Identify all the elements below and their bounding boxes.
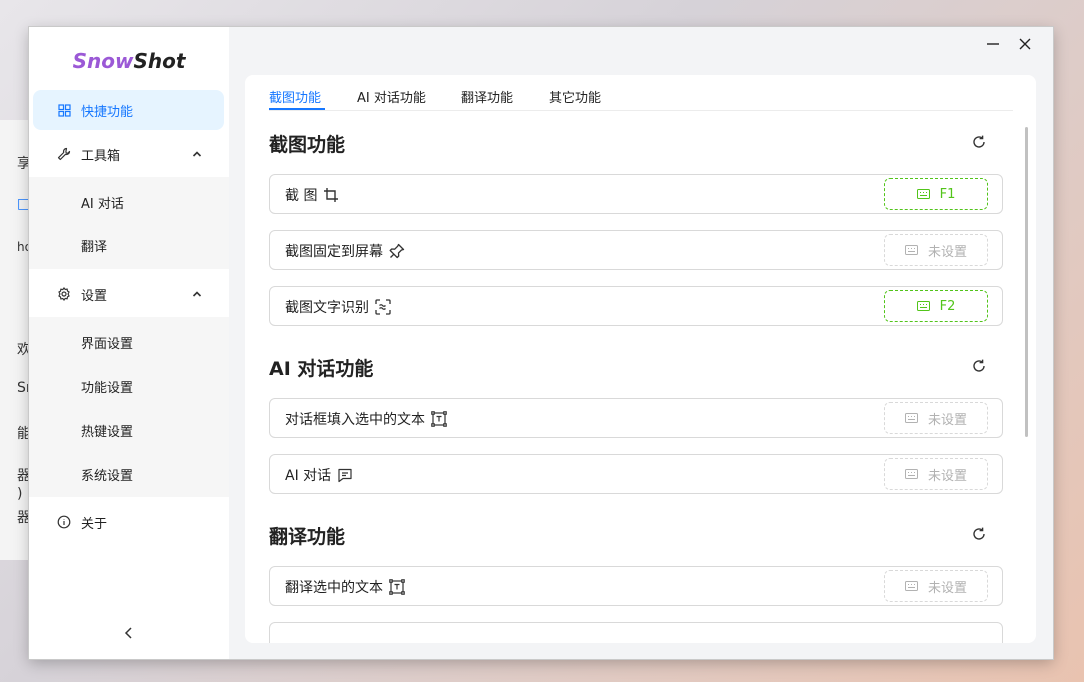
reset-icon[interactable] xyxy=(971,358,987,374)
sidebar-item-hotkey-settings[interactable]: 热键设置 xyxy=(81,421,133,440)
shortcut-row: 翻译选中的文本 未设置 xyxy=(269,566,1003,606)
keyboard-icon xyxy=(904,581,918,591)
hotkey-value: 未设置 xyxy=(927,244,967,260)
keyboard-icon xyxy=(904,245,918,255)
hotkey-input[interactable]: 未设置 xyxy=(884,402,988,434)
shortcut-label: 截 图 xyxy=(285,188,318,204)
wrench-icon xyxy=(57,147,71,161)
chevron-up-icon xyxy=(192,148,202,163)
sidebar-item-function-settings[interactable]: 功能设置 xyxy=(81,377,133,396)
shortcut-row: 截 图 F1 xyxy=(269,174,1003,214)
shortcuts-panel: 截图功能 AI 对话功能 翻译功能 其它功能 截图功能 截 图 F1 截图固定到… xyxy=(245,75,1036,643)
sidebar-item-label: 关于 xyxy=(81,516,108,532)
snowshot-window: SnowShot 快捷功能 工具箱 AI 对话 翻译 设置 界面设置 功能设置 … xyxy=(29,27,1053,659)
shortcut-label: AI 对话 xyxy=(285,468,332,484)
sidebar-item-system-settings[interactable]: 系统设置 xyxy=(81,465,133,484)
keyboard-icon xyxy=(904,413,918,423)
chevron-left-icon[interactable] xyxy=(121,625,137,641)
hotkey-input[interactable]: F1 xyxy=(884,178,988,210)
app-logo: SnowShot xyxy=(72,49,186,73)
text-select-icon xyxy=(389,579,405,595)
shortcut-label: 截图固定到屏幕 xyxy=(285,244,383,260)
shortcut-label: 截图文字识别 xyxy=(285,300,369,316)
hotkey-input[interactable]: F2 xyxy=(884,290,988,322)
main-content: 截图功能 AI 对话功能 翻译功能 其它功能 截图功能 截 图 F1 截图固定到… xyxy=(229,27,1053,659)
sidebar-item-settings[interactable]: 设置 xyxy=(33,274,224,314)
crop-icon xyxy=(323,187,339,203)
shortcut-label: 对话框填入选中的文本 xyxy=(285,412,425,428)
shortcut-row xyxy=(269,622,1003,643)
sidebar-item-ui-settings[interactable]: 界面设置 xyxy=(81,333,133,352)
gear-icon xyxy=(57,287,71,301)
reset-icon[interactable] xyxy=(971,526,987,542)
chevron-up-icon xyxy=(192,288,202,303)
sidebar-item-translate[interactable]: 翻译 xyxy=(81,236,107,255)
close-icon[interactable] xyxy=(1015,35,1035,53)
tab-other[interactable]: 其它功能 xyxy=(549,87,601,106)
active-tab-indicator xyxy=(269,108,325,110)
hotkey-input[interactable]: 未设置 xyxy=(884,234,988,266)
hotkey-value: 未设置 xyxy=(927,468,967,484)
chat-icon xyxy=(337,467,353,483)
scrollbar[interactable] xyxy=(1025,127,1028,437)
hotkey-value: F1 xyxy=(939,186,956,202)
hotkey-input[interactable]: 未设置 xyxy=(884,570,988,602)
shortcut-row: 对话框填入选中的文本 未设置 xyxy=(269,398,1003,438)
sidebar-item-shortcuts[interactable]: 快捷功能 xyxy=(33,90,224,130)
text-select-icon xyxy=(431,411,447,427)
section-title: 截图功能 xyxy=(269,134,346,156)
minimize-icon[interactable] xyxy=(983,35,1003,53)
hotkey-value: 未设置 xyxy=(927,412,967,428)
keyboard-icon xyxy=(916,301,930,311)
hotkey-value: 未设置 xyxy=(927,580,967,596)
shortcut-row: 截图固定到屏幕 未设置 xyxy=(269,230,1003,270)
keyboard-icon xyxy=(904,469,918,479)
tab-screenshot[interactable]: 截图功能 xyxy=(269,87,321,106)
shortcut-label: 翻译选中的文本 xyxy=(285,580,383,596)
sidebar-item-toolbox[interactable]: 工具箱 xyxy=(33,134,224,174)
grid-icon xyxy=(57,103,71,117)
section-title: AI 对话功能 xyxy=(269,358,374,380)
settings-submenu: 界面设置 功能设置 热键设置 系统设置 xyxy=(29,317,229,497)
tab-translate[interactable]: 翻译功能 xyxy=(461,87,513,106)
tab-ai-chat[interactable]: AI 对话功能 xyxy=(357,87,426,106)
sidebar: SnowShot 快捷功能 工具箱 AI 对话 翻译 设置 界面设置 功能设置 … xyxy=(29,27,229,659)
info-icon xyxy=(57,515,71,529)
section-title: 翻译功能 xyxy=(269,526,346,548)
shortcut-row: AI 对话 未设置 xyxy=(269,454,1003,494)
hotkey-value: F2 xyxy=(939,298,956,314)
keyboard-icon xyxy=(916,189,930,199)
sidebar-item-about[interactable]: 关于 xyxy=(33,502,224,542)
sidebar-item-ai-chat[interactable]: AI 对话 xyxy=(81,193,124,212)
pin-icon xyxy=(389,243,405,259)
sidebar-item-label: 工具箱 xyxy=(81,148,121,164)
shortcut-row: 截图文字识别 F2 xyxy=(269,286,1003,326)
background-text: ) xyxy=(17,486,23,502)
tab-bar: 截图功能 AI 对话功能 翻译功能 其它功能 xyxy=(269,75,1013,111)
sidebar-item-label: 设置 xyxy=(81,288,108,304)
sidebar-item-label: 快捷功能 xyxy=(81,104,134,120)
scan-text-icon xyxy=(375,299,391,315)
toolbox-submenu: AI 对话 翻译 xyxy=(29,177,229,269)
hotkey-input[interactable]: 未设置 xyxy=(884,458,988,490)
reset-icon[interactable] xyxy=(971,134,987,150)
